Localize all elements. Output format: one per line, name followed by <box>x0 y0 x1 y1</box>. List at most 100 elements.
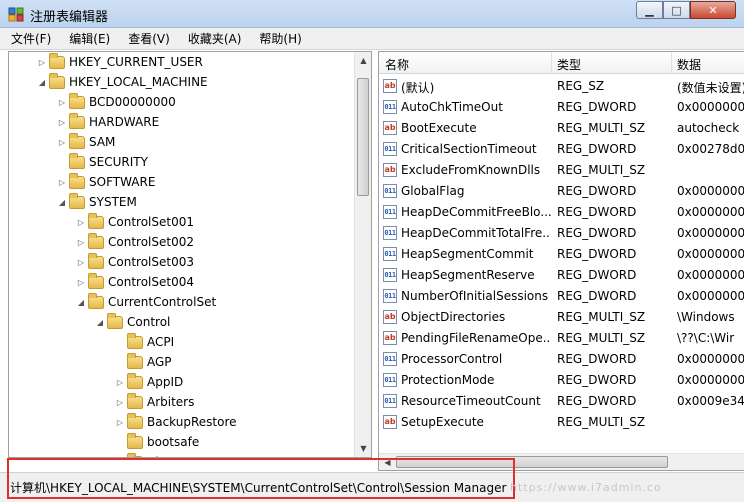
tree-item-label: ACPI <box>147 335 175 349</box>
value-row[interactable]: 011 HeapSegmentReserve REG_DWORD 0x0000000 <box>379 265 744 286</box>
tree-item-label: ControlSet003 <box>108 255 194 269</box>
value-row[interactable]: ab SetupExecute REG_MULTI_SZ <box>379 412 744 433</box>
collapsed-arrow-icon[interactable]: ▷ <box>115 397 125 407</box>
value-row[interactable]: 011 ProtectionMode REG_DWORD 0x0000000 <box>379 370 744 391</box>
value-row[interactable]: 011 HeapSegmentCommit REG_DWORD 0x0000000 <box>379 244 744 265</box>
column-header-name[interactable]: 名称 <box>385 56 409 73</box>
tree-item[interactable]: ▷ AppID <box>115 372 183 392</box>
maximize-icon: □ <box>671 3 682 17</box>
value-row[interactable]: 011 HeapDeCommitTotalFre... REG_DWORD 0x000… <box>379 223 744 244</box>
collapsed-arrow-icon[interactable]: ▷ <box>57 117 67 127</box>
value-data: 0x0009e34 <box>677 394 744 408</box>
tree-item[interactable]: ▷ BCD00000000 <box>57 92 176 112</box>
tree-item[interactable]: ◢ Control <box>95 312 170 332</box>
value-name: PendingFileRenameOpe... <box>401 331 551 345</box>
collapsed-arrow-icon[interactable]: ▷ <box>57 177 67 187</box>
folder-icon <box>69 172 85 189</box>
value-data: autocheck <box>677 121 740 135</box>
folder-icon <box>88 232 104 249</box>
value-row[interactable]: 011 HeapDeCommitFreeBlo... REG_DWORD 0x0000… <box>379 202 744 223</box>
menu-edit[interactable]: 编辑(E) <box>66 29 113 48</box>
tree-item[interactable]: ▷ BackupRestore <box>115 412 237 432</box>
tree-item[interactable]: ▷ Arbiters <box>115 392 194 412</box>
value-row[interactable]: ab (默认) REG_SZ (数值未设置) <box>379 76 744 97</box>
no-expander <box>115 437 125 447</box>
value-row[interactable]: ab PendingFileRenameOpe... REG_MULTI_SZ \??… <box>379 328 744 349</box>
tree-item[interactable]: ▷ ControlSet003 <box>76 252 194 272</box>
tree-item[interactable]: ◢ SYSTEM <box>57 192 137 212</box>
maximize-button[interactable]: □ <box>663 1 690 19</box>
value-type: REG_MULTI_SZ <box>557 331 646 345</box>
collapsed-arrow-icon[interactable]: ▷ <box>57 97 67 107</box>
value-row[interactable]: 011 ResourceTimeoutCount REG_DWORD 0x0009e3… <box>379 391 744 412</box>
tree-item[interactable]: ▷ HKEY_CURRENT_USER <box>37 52 203 72</box>
tree-item-label: Control <box>127 315 171 329</box>
tree-item[interactable]: ▷ SOFTWARE <box>57 172 155 192</box>
value-type: REG_DWORD <box>557 205 637 219</box>
collapsed-arrow-icon[interactable]: ▷ <box>76 277 86 287</box>
expanded-arrow-icon[interactable]: ◢ <box>95 317 105 327</box>
folder-icon <box>69 152 85 169</box>
value-row[interactable]: 011 CriticalSectionTimeout REG_DWORD 0x0027… <box>379 139 744 160</box>
value-name: SetupExecute <box>401 415 484 429</box>
folder-icon <box>107 312 123 329</box>
tree-item[interactable]: bootsafe <box>115 432 199 452</box>
binary-value-icon: 011 <box>383 226 397 240</box>
path-highlight-box <box>7 458 515 499</box>
value-row[interactable]: ab ObjectDirectories REG_MULTI_SZ \Windows <box>379 307 744 328</box>
collapsed-arrow-icon[interactable]: ▷ <box>76 217 86 227</box>
tree-item[interactable]: AGP <box>115 352 172 372</box>
tree-item[interactable]: ▷ ControlSet002 <box>76 232 194 252</box>
value-row[interactable]: 011 ProcessorControl REG_DWORD 0x0000000 <box>379 349 744 370</box>
expanded-arrow-icon[interactable]: ◢ <box>76 297 86 307</box>
value-row[interactable]: 011 NumberOfInitialSessions REG_DWORD 0x000… <box>379 286 744 307</box>
value-data: 0x0000000 <box>677 205 744 219</box>
value-name: GlobalFlag <box>401 184 465 198</box>
collapsed-arrow-icon[interactable]: ▷ <box>115 417 125 427</box>
tree-item[interactable]: ◢ HKEY_LOCAL_MACHINE <box>37 72 208 92</box>
collapsed-arrow-icon[interactable]: ▷ <box>57 137 67 147</box>
column-header-data[interactable]: 数据 <box>677 56 701 73</box>
value-row[interactable]: ab BootExecute REG_MULTI_SZ autocheck <box>379 118 744 139</box>
value-row[interactable]: 011 AutoChkTimeOut REG_DWORD 0x0000000 <box>379 97 744 118</box>
collapsed-arrow-icon[interactable]: ▷ <box>37 57 47 67</box>
tree-item[interactable]: ▷ ControlSet001 <box>76 212 194 232</box>
value-name: HeapSegmentCommit <box>401 247 534 261</box>
value-data: 0x0000000 <box>677 268 744 282</box>
tree-item[interactable]: ACPI <box>115 332 174 352</box>
value-type: REG_DWORD <box>557 394 637 408</box>
tree-item[interactable]: ▷ ControlSet004 <box>76 272 194 292</box>
tree-item[interactable]: SECURITY <box>57 152 148 172</box>
value-row[interactable]: ab ExcludeFromKnownDlls REG_MULTI_SZ <box>379 160 744 181</box>
binary-value-icon: 011 <box>383 247 397 261</box>
collapsed-arrow-icon[interactable]: ▷ <box>76 237 86 247</box>
folder-icon <box>69 112 85 129</box>
folder-icon <box>127 412 143 429</box>
expanded-arrow-icon[interactable]: ◢ <box>37 77 47 87</box>
tree-item-label: SYSTEM <box>89 195 137 209</box>
menu-favorites[interactable]: 收藏夹(A) <box>185 29 245 48</box>
collapsed-arrow-icon[interactable]: ▷ <box>115 377 125 387</box>
binary-value-icon: 011 <box>383 289 397 303</box>
string-value-icon: ab <box>383 79 397 93</box>
scroll-up-arrow-icon[interactable]: ▲ <box>355 52 371 69</box>
minimize-button[interactable]: ▁ <box>636 1 663 19</box>
menu-view[interactable]: 查看(V) <box>125 29 173 48</box>
tree-item[interactable]: ▷ HARDWARE <box>57 112 159 132</box>
menu-file[interactable]: 文件(F) <box>8 29 54 48</box>
column-header-type[interactable]: 类型 <box>557 56 581 73</box>
tree-vertical-scrollbar[interactable]: ▲ ▼ <box>354 52 371 457</box>
collapsed-arrow-icon[interactable]: ▷ <box>76 257 86 267</box>
value-row[interactable]: 011 GlobalFlag REG_DWORD 0x0000000 <box>379 181 744 202</box>
scroll-down-arrow-icon[interactable]: ▼ <box>355 440 371 457</box>
tree-scroll-thumb[interactable] <box>357 78 369 196</box>
close-button[interactable]: ✕ <box>690 1 736 19</box>
tree-item[interactable]: ▷ SAM <box>57 132 115 152</box>
expanded-arrow-icon[interactable]: ◢ <box>57 197 67 207</box>
tree-item[interactable]: ◢ CurrentControlSet <box>76 292 216 312</box>
folder-icon <box>69 192 85 209</box>
value-type: REG_DWORD <box>557 142 637 156</box>
minimize-icon: ▁ <box>645 3 654 17</box>
menu-help[interactable]: 帮助(H) <box>256 29 304 48</box>
binary-value-icon: 011 <box>383 100 397 114</box>
